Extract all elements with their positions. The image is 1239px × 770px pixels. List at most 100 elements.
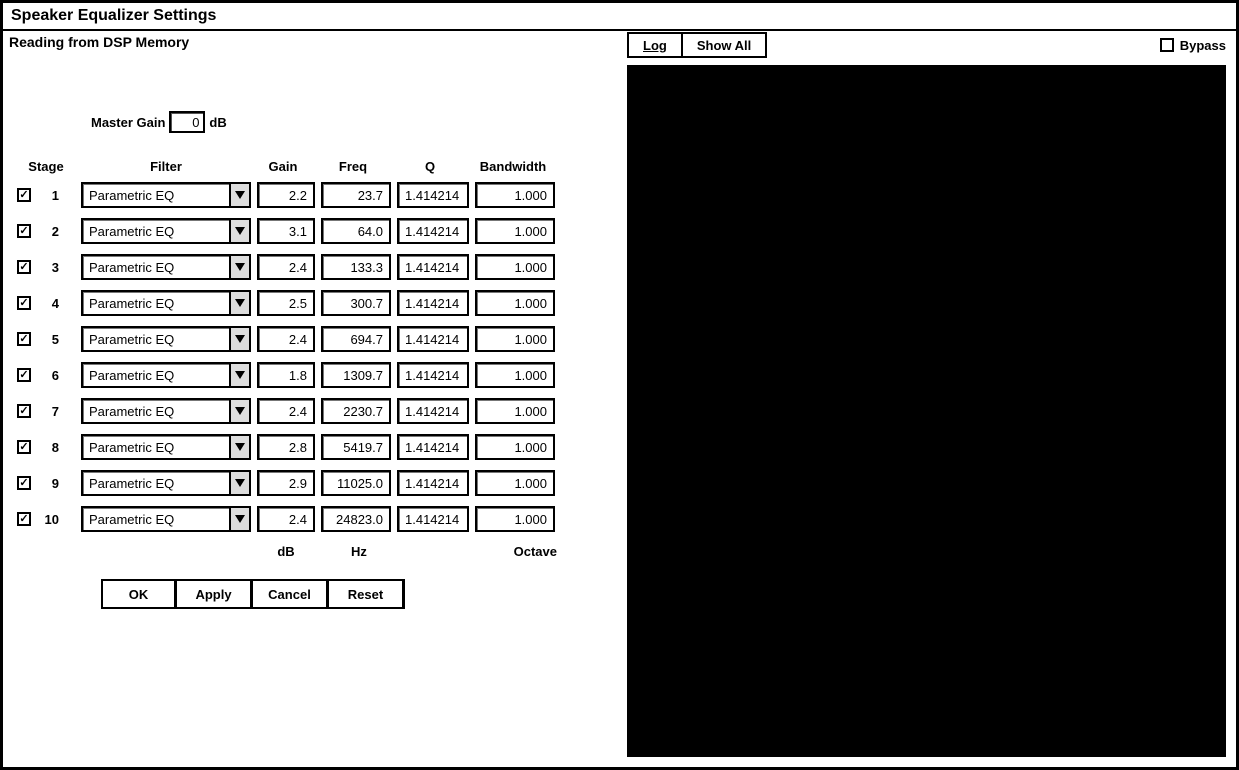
stage-enable-checkbox[interactable]	[17, 404, 31, 418]
stage-row: 4 Parametric EQ 2.5 300.7 1.414214 1.000	[11, 290, 615, 316]
chevron-down-icon[interactable]	[229, 256, 249, 278]
filter-select[interactable]: Parametric EQ	[81, 218, 251, 244]
freq-input[interactable]: 64.0	[321, 218, 391, 244]
reset-button[interactable]: Reset	[329, 579, 405, 609]
stage-enable-checkbox[interactable]	[17, 512, 31, 526]
q-input[interactable]: 1.414214	[397, 398, 469, 424]
bypass-checkbox[interactable]	[1160, 38, 1174, 52]
gain-input[interactable]: 2.2	[257, 182, 315, 208]
freq-input[interactable]: 11025.0	[321, 470, 391, 496]
gain-input[interactable]: 2.8	[257, 434, 315, 460]
q-input[interactable]: 1.414214	[397, 290, 469, 316]
q-input[interactable]: 1.414214	[397, 362, 469, 388]
stage-row: 5 Parametric EQ 2.4 694.7 1.414214 1.000	[11, 326, 615, 352]
stage-row: 7 Parametric EQ 2.4 2230.7 1.414214 1.00…	[11, 398, 615, 424]
chevron-down-icon[interactable]	[229, 184, 249, 206]
chevron-down-icon[interactable]	[229, 292, 249, 314]
filter-select[interactable]: Parametric EQ	[81, 290, 251, 316]
freq-input[interactable]: 23.7	[321, 182, 391, 208]
stage-enable-checkbox[interactable]	[17, 476, 31, 490]
bandwidth-input[interactable]: 1.000	[475, 182, 555, 208]
tab-show-all[interactable]: Show All	[681, 34, 765, 56]
q-input[interactable]: 1.414214	[397, 254, 469, 280]
freq-input[interactable]: 2230.7	[321, 398, 391, 424]
stage-enable-checkbox[interactable]	[17, 260, 31, 274]
stage-enable-checkbox[interactable]	[17, 332, 31, 346]
tab-log[interactable]: Log	[629, 34, 681, 56]
stage-number: 4	[37, 296, 59, 311]
cancel-button[interactable]: Cancel	[253, 579, 329, 609]
stage-enable-checkbox[interactable]	[17, 188, 31, 202]
q-input[interactable]: 1.414214	[397, 506, 469, 532]
stage-number: 1	[37, 188, 59, 203]
filter-select[interactable]: Parametric EQ	[81, 182, 251, 208]
filter-select-value: Parametric EQ	[89, 476, 174, 491]
freq-input[interactable]: 24823.0	[321, 506, 391, 532]
stage-number: 9	[37, 476, 59, 491]
bandwidth-input[interactable]: 1.000	[475, 290, 555, 316]
eq-settings-window: Speaker Equalizer Settings Reading from …	[0, 0, 1239, 770]
filter-select[interactable]: Parametric EQ	[81, 362, 251, 388]
q-input[interactable]: 1.414214	[397, 218, 469, 244]
gain-input[interactable]: 2.5	[257, 290, 315, 316]
unit-bandwidth: Octave	[475, 544, 563, 559]
gain-input[interactable]: 2.4	[257, 254, 315, 280]
freq-input[interactable]: 694.7	[321, 326, 391, 352]
stage-row: 3 Parametric EQ 2.4 133.3 1.414214 1.000	[11, 254, 615, 280]
bandwidth-input[interactable]: 1.000	[475, 470, 555, 496]
eq-plot-area[interactable]	[627, 65, 1226, 757]
bandwidth-input[interactable]: 1.000	[475, 218, 555, 244]
gain-input[interactable]: 2.9	[257, 470, 315, 496]
chevron-down-icon[interactable]	[229, 400, 249, 422]
freq-input[interactable]: 1309.7	[321, 362, 391, 388]
bandwidth-input[interactable]: 1.000	[475, 434, 555, 460]
freq-input[interactable]: 133.3	[321, 254, 391, 280]
stage-number: 6	[37, 368, 59, 383]
stage-number: 3	[37, 260, 59, 275]
chevron-down-icon[interactable]	[229, 508, 249, 530]
gain-input[interactable]: 1.8	[257, 362, 315, 388]
stage-row: 2 Parametric EQ 3.1 64.0 1.414214 1.000	[11, 218, 615, 244]
right-panel: Log Show All Bypass	[623, 31, 1236, 767]
bandwidth-input[interactable]: 1.000	[475, 326, 555, 352]
filter-select[interactable]: Parametric EQ	[81, 470, 251, 496]
filter-select[interactable]: Parametric EQ	[81, 326, 251, 352]
filter-select[interactable]: Parametric EQ	[81, 434, 251, 460]
filter-select[interactable]: Parametric EQ	[81, 398, 251, 424]
stage-enable-checkbox[interactable]	[17, 296, 31, 310]
bandwidth-input[interactable]: 1.000	[475, 362, 555, 388]
bandwidth-input[interactable]: 1.000	[475, 398, 555, 424]
q-input[interactable]: 1.414214	[397, 434, 469, 460]
q-input[interactable]: 1.414214	[397, 470, 469, 496]
chevron-down-icon[interactable]	[229, 220, 249, 242]
q-input[interactable]: 1.414214	[397, 326, 469, 352]
stage-row: 8 Parametric EQ 2.8 5419.7 1.414214 1.00…	[11, 434, 615, 460]
filter-select[interactable]: Parametric EQ	[81, 506, 251, 532]
chevron-down-icon[interactable]	[229, 472, 249, 494]
gain-input[interactable]: 2.4	[257, 398, 315, 424]
header-gain: Gain	[251, 159, 315, 174]
chevron-down-icon[interactable]	[229, 364, 249, 386]
gain-input[interactable]: 2.4	[257, 506, 315, 532]
freq-input[interactable]: 5419.7	[321, 434, 391, 460]
master-gain-label: Master Gain	[91, 115, 165, 130]
q-input[interactable]: 1.414214	[397, 182, 469, 208]
gain-input[interactable]: 3.1	[257, 218, 315, 244]
freq-input[interactable]: 300.7	[321, 290, 391, 316]
stage-number: 7	[37, 404, 59, 419]
apply-button[interactable]: Apply	[177, 579, 253, 609]
right-toolbar: Log Show All Bypass	[627, 31, 1226, 59]
master-gain-input[interactable]: 0	[169, 111, 205, 133]
filter-select[interactable]: Parametric EQ	[81, 254, 251, 280]
gain-input[interactable]: 2.4	[257, 326, 315, 352]
ok-button[interactable]: OK	[101, 579, 177, 609]
chevron-down-icon[interactable]	[229, 328, 249, 350]
stage-enable-checkbox[interactable]	[17, 224, 31, 238]
stage-row: 9 Parametric EQ 2.9 11025.0 1.414214 1.0…	[11, 470, 615, 496]
bandwidth-input[interactable]: 1.000	[475, 254, 555, 280]
stage-enable-checkbox[interactable]	[17, 440, 31, 454]
chevron-down-icon[interactable]	[229, 436, 249, 458]
stage-enable-checkbox[interactable]	[17, 368, 31, 382]
bandwidth-input[interactable]: 1.000	[475, 506, 555, 532]
stage-number: 2	[37, 224, 59, 239]
